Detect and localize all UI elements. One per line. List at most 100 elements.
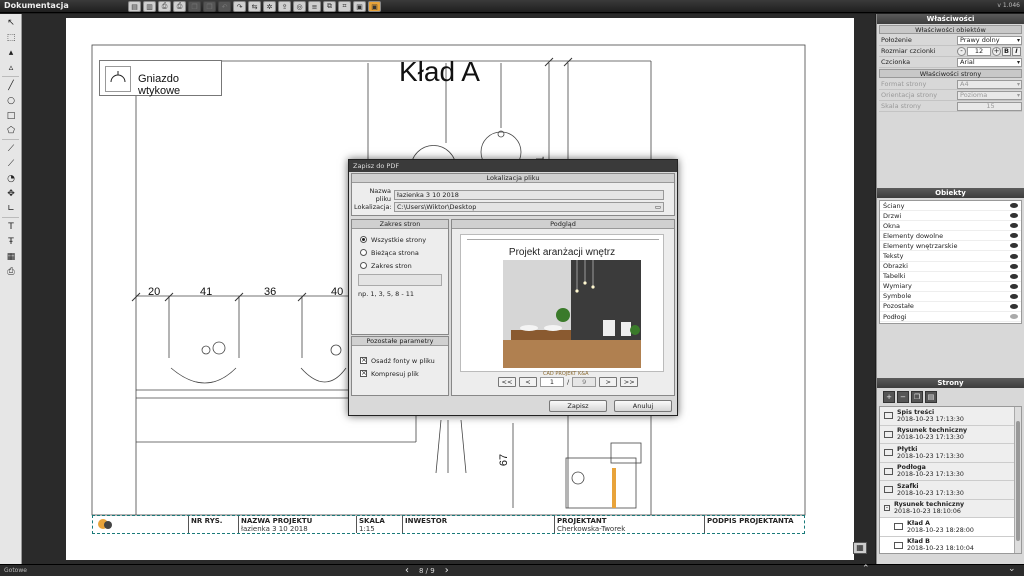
current-page-field[interactable]: 1 — [540, 377, 564, 387]
cancel-button[interactable]: Anuluj — [614, 400, 672, 412]
list-item[interactable]: Elementy wnętrzarskie — [880, 241, 1021, 252]
list-item[interactable]: Okna — [880, 221, 1021, 232]
dimension-label: 20 — [148, 286, 161, 298]
text-path-icon[interactable]: Ŧ — [3, 235, 19, 248]
scrollbar[interactable] — [1014, 407, 1021, 553]
text-icon[interactable]: T — [3, 220, 19, 233]
crop-icon[interactable]: ⌗ — [338, 1, 351, 12]
node-icon[interactable]: ▴ — [3, 46, 19, 59]
chevron-up-icon[interactable]: ⌃ — [862, 564, 870, 574]
grid-toggle-icon[interactable]: ▦ — [853, 542, 867, 554]
status-bar: Gotowe ‹ 8 / 9 › ⌃ ⌄ — [0, 564, 1024, 576]
table-icon[interactable]: ▦ — [3, 250, 19, 263]
image-icon[interactable]: ▣ — [353, 1, 366, 12]
bold-button[interactable]: B — [1002, 46, 1011, 56]
list-item[interactable]: Elementy dowolne — [880, 231, 1021, 242]
increase-button[interactable]: + — [992, 46, 1001, 56]
page-item-selected[interactable]: Kład A 2018-10-23 18:28:00 — [880, 518, 1021, 537]
version-label: v 1.046 — [997, 2, 1020, 9]
italic-button[interactable]: I — [1012, 46, 1021, 56]
compress-checkbox[interactable]: × Kompresuj plik — [352, 367, 448, 380]
filename-field[interactable]: łazienka 3 10 2018 — [394, 190, 664, 200]
print-icon[interactable]: ⎙ — [158, 1, 171, 12]
copy-icon[interactable]: ❐ — [188, 1, 201, 12]
page-range-input[interactable] — [358, 274, 442, 286]
move-icon[interactable]: ✥ — [3, 187, 19, 200]
page-item[interactable]: Płytki 2018-10-23 17:13:30 — [880, 444, 1021, 463]
mirror-icon[interactable]: ⇆ — [248, 1, 261, 12]
folder-browse-icon[interactable]: ▭ — [655, 203, 661, 211]
paste-icon[interactable]: ❐ — [203, 1, 216, 12]
location-field[interactable]: C:\Users\Wiktor\Desktop ▭ — [394, 202, 664, 212]
next-page-button[interactable]: > — [599, 377, 618, 387]
page-item[interactable]: Spis treści 2018-10-23 17:13:30 — [880, 407, 1021, 426]
list-item[interactable]: Ściany — [880, 201, 1021, 212]
last-page-button[interactable]: >> — [620, 377, 639, 387]
list-item[interactable]: Obrazki — [880, 262, 1021, 272]
print-stamp-icon[interactable]: ⎙ — [3, 265, 19, 278]
redo-icon[interactable]: ↷ — [233, 1, 246, 12]
radio-all-pages[interactable]: Wszystkie strony — [352, 233, 448, 246]
angle-icon[interactable]: ∟ — [3, 202, 19, 215]
print-preview-icon[interactable]: ⎙ — [173, 1, 186, 12]
list-item[interactable]: Drzwi — [880, 211, 1021, 222]
section-header: Zakres stron — [352, 220, 448, 229]
rectangle-icon[interactable]: □ — [3, 109, 19, 122]
pointer-icon[interactable]: ↖ — [3, 16, 19, 29]
add-page-icon[interactable]: + — [883, 391, 895, 403]
font-size-stepper: - 12 + B I — [957, 46, 1022, 56]
font-select[interactable]: Arial ▾ — [957, 57, 1022, 67]
radio-page-range[interactable]: Zakres stron — [352, 259, 448, 272]
save-button[interactable]: Zapisz — [549, 400, 607, 412]
font-size-input[interactable]: 12 — [967, 46, 991, 56]
position-select[interactable]: Prawy dolny ▾ — [957, 35, 1022, 45]
save-icon[interactable]: ▤ — [128, 1, 141, 12]
list-item[interactable]: Symbole — [880, 292, 1021, 302]
arc-icon[interactable]: ◔ — [3, 172, 19, 185]
list-item[interactable]: Teksty — [880, 251, 1021, 262]
pdf-export-icon[interactable]: ▣ — [368, 1, 381, 12]
page-item[interactable]: Podłoga 2018-10-23 17:13:30 — [880, 463, 1021, 481]
scrollbar-thumb[interactable] — [1016, 421, 1020, 541]
duplicate-page-icon[interactable]: ❐ — [911, 391, 923, 403]
settings-icon[interactable]: ✲ — [263, 1, 276, 12]
prev-page-button[interactable]: ‹ — [405, 565, 409, 576]
format-select[interactable]: A4 ▾ — [957, 79, 1022, 89]
list-item[interactable]: Pozostałe — [880, 302, 1021, 313]
layers-icon[interactable]: ⧉ — [323, 1, 336, 12]
dimension-icon[interactable]: ⟋ — [3, 157, 19, 170]
page-settings-icon[interactable]: ▤ — [925, 391, 937, 403]
page-item[interactable]: Rysunek techniczny 2018-10-23 17:13:30 — [880, 426, 1021, 444]
save-as-icon[interactable]: ▥ — [143, 1, 156, 12]
select-area-icon[interactable]: ⬚ — [3, 31, 19, 44]
page-item[interactable]: Kład B 2018-10-23 18:10:04 — [880, 536, 1021, 553]
align-icon[interactable]: ≡ — [308, 1, 321, 12]
center-icon[interactable]: ◎ — [293, 1, 306, 12]
chevron-down-icon[interactable]: ⌄ — [1008, 564, 1016, 574]
polyline-icon[interactable]: ⟋ — [3, 142, 19, 155]
embed-fonts-checkbox[interactable]: × Osadź fonty w pliku — [352, 354, 448, 367]
polygon-icon[interactable]: ⬠ — [3, 124, 19, 137]
remove-page-icon[interactable]: − — [897, 391, 909, 403]
scale-input[interactable]: 15 — [957, 101, 1022, 111]
page-item[interactable]: Szafki 2018-10-23 17:13:30 — [880, 481, 1021, 500]
radio-current-page[interactable]: Bieżąca strona — [352, 246, 448, 259]
orientation-select[interactable]: Pozioma ▾ — [957, 90, 1022, 100]
prop-scale: Skala strony 15 — [879, 101, 1022, 112]
decrease-button[interactable]: - — [957, 46, 966, 56]
list-item[interactable]: Podłogi — [880, 312, 1021, 323]
title-block[interactable]: NR RYS. NAZWA PROJEKTU łazienka 3 10 2018… — [92, 515, 805, 534]
page-separator: / — [567, 378, 570, 386]
prev-page-button[interactable]: < — [519, 377, 537, 387]
next-page-button[interactable]: › — [445, 565, 449, 576]
node-alt-icon[interactable]: ▵ — [3, 61, 19, 74]
legend-box[interactable]: Gniazdo wtykowe — [99, 60, 222, 97]
line-icon[interactable]: ╱ — [3, 79, 19, 92]
circle-icon[interactable]: ○ — [3, 94, 19, 107]
undo-icon[interactable]: ↶ — [218, 1, 231, 12]
export-icon[interactable]: ⇪ — [278, 1, 291, 12]
list-item[interactable]: Wymiary — [880, 282, 1021, 292]
page-group[interactable]: - Rysunek techniczny 2018-10-23 18:10:06 — [880, 500, 1021, 518]
list-item[interactable]: Tabelki — [880, 272, 1021, 282]
first-page-button[interactable]: << — [498, 377, 516, 387]
